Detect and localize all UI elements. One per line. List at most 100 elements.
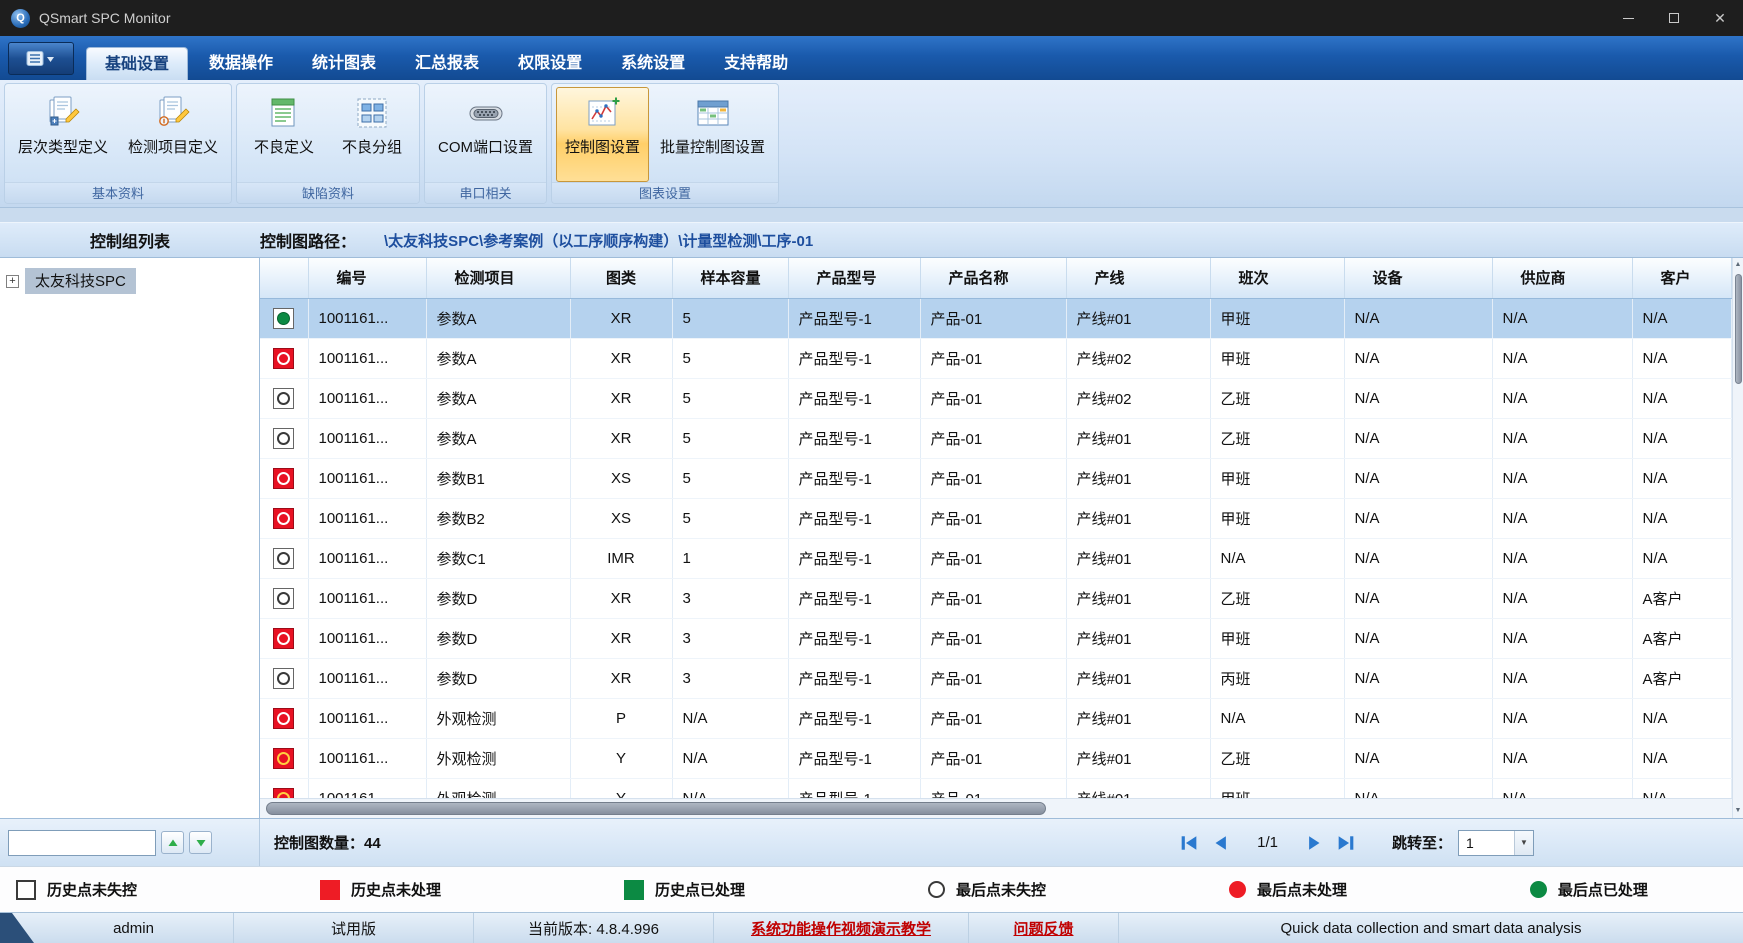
ribbon-button[interactable]: 检测项目定义 — [119, 87, 227, 182]
pager-prev-button[interactable] — [1208, 830, 1234, 856]
ribbon-button-label: 控制图设置 — [565, 136, 640, 157]
ribbon-button[interactable]: 控制图设置 — [556, 87, 649, 182]
maximize-button[interactable] — [1651, 0, 1697, 36]
scroll-down-icon[interactable]: ▼ — [1735, 804, 1742, 818]
ribbon-tab-2[interactable]: 数据操作 — [191, 47, 291, 80]
minimize-button[interactable] — [1605, 0, 1651, 36]
table-cell: 参数A — [426, 298, 570, 338]
ribbon-button[interactable]: 批量控制图设置 — [651, 87, 774, 182]
table-cell: 乙班 — [1210, 738, 1344, 778]
vertical-scrollbar[interactable]: ▲ ▼ — [1732, 258, 1743, 818]
column-header[interactable]: 样本容量 — [672, 258, 788, 298]
column-header[interactable]: 编号 — [308, 258, 426, 298]
table-row[interactable]: 1001161...参数B1XS5产品型号-1产品-01产线#01甲班N/AN/… — [260, 458, 1732, 498]
control-group-list-title: 控制组列表 — [0, 228, 260, 252]
video-tutorial-link[interactable]: 系统功能操作视频演示教学 — [751, 918, 931, 939]
column-header[interactable]: 班次 — [1210, 258, 1344, 298]
ribbon-button[interactable]: 层次类型定义 — [9, 87, 117, 182]
control-group-search-input[interactable] — [8, 830, 156, 856]
table-cell: 3 — [672, 618, 788, 658]
ribbon-group-4: 控制图设置批量控制图设置图表设置 — [551, 83, 779, 204]
ribbon-button[interactable]: 不良分组 — [329, 87, 415, 182]
table-row[interactable]: 1001161...参数B2XS5产品型号-1产品-01产线#01甲班N/AN/… — [260, 498, 1732, 538]
table-row[interactable]: 1001161...参数AXR5产品型号-1产品-01产线#02甲班N/AN/A… — [260, 338, 1732, 378]
table-row[interactable]: 1001161...参数DXR3产品型号-1产品-01产线#01甲班N/AN/A… — [260, 618, 1732, 658]
history-unhandled-last-warning-icon — [273, 788, 294, 799]
column-header[interactable]: 产品型号 — [788, 258, 920, 298]
feedback-link[interactable]: 问题反馈 — [1013, 918, 1073, 939]
column-header[interactable]: 供应商 — [1492, 258, 1632, 298]
table-row[interactable]: 1001161...参数C1IMR1产品型号-1产品-01产线#01N/AN/A… — [260, 538, 1732, 578]
history-ok-last-ok-icon — [273, 388, 294, 409]
table-row[interactable]: 1001161...外观检测YN/A产品型号-1产品-01产线#01乙班N/AN… — [260, 738, 1732, 778]
app-menu-button[interactable] — [8, 42, 74, 75]
pager-last-button[interactable] — [1333, 830, 1359, 856]
column-header[interactable]: 设备 — [1344, 258, 1492, 298]
table-cell: A客户 — [1632, 658, 1732, 698]
table-row[interactable]: 1001161外观检测YN/A产品型号-1产品-01产线#01甲班N/AN/AN… — [260, 778, 1732, 798]
horizontal-scrollbar-thumb[interactable] — [266, 802, 1046, 815]
table-cell: N/A — [1492, 778, 1632, 798]
ribbon-tab-4[interactable]: 汇总报表 — [397, 47, 497, 80]
hierarchy-define-icon — [45, 95, 81, 131]
scroll-up-icon[interactable]: ▲ — [1735, 258, 1742, 272]
ribbon-tab-3[interactable]: 统计图表 — [294, 47, 394, 80]
table-row[interactable]: 1001161...参数AXR5产品型号-1产品-01产线#01乙班N/AN/A… — [260, 418, 1732, 458]
column-header[interactable]: 检测项目 — [426, 258, 570, 298]
table-row[interactable]: 1001161...参数DXR3产品型号-1产品-01产线#01乙班N/AN/A… — [260, 578, 1732, 618]
table-row[interactable]: 1001161...参数DXR3产品型号-1产品-01产线#01丙班N/AN/A… — [260, 658, 1732, 698]
find-previous-button[interactable] — [161, 831, 184, 854]
table-cell: 产线#01 — [1066, 778, 1210, 798]
column-header-status[interactable] — [260, 258, 308, 298]
expand-icon[interactable]: + — [6, 275, 19, 288]
pager-next-button[interactable] — [1301, 830, 1327, 856]
ribbon-button[interactable]: 不良定义 — [241, 87, 327, 182]
maximize-icon — [1669, 13, 1679, 23]
table-cell: N/A — [1344, 418, 1492, 458]
table-cell: N/A — [1492, 378, 1632, 418]
horizontal-scrollbar[interactable] — [260, 798, 1732, 818]
ribbon-tab-5[interactable]: 权限设置 — [500, 47, 600, 80]
table-cell: 5 — [672, 298, 788, 338]
table-row[interactable]: 1001161...参数AXR5产品型号-1产品-01产线#02乙班N/AN/A… — [260, 378, 1732, 418]
table-cell: N/A — [1344, 498, 1492, 538]
bottom-control-bar: 控制图数量：44 1/1 跳转至： 1 ▼ — [0, 818, 1743, 866]
table-cell: 产线#01 — [1066, 698, 1210, 738]
ribbon-tab-6[interactable]: 系统设置 — [603, 47, 703, 80]
table-cell: 产品-01 — [920, 338, 1066, 378]
table-cell: 产品型号-1 — [788, 418, 920, 458]
table-cell: N/A — [1344, 298, 1492, 338]
ribbon-group-3: COM端口设置串口相关 — [424, 83, 547, 204]
control-chart-table-area: 编号检测项目图类样本容量产品型号产品名称产线班次设备供应商客户 1001161.… — [260, 258, 1743, 818]
ribbon-tab-7[interactable]: 支持帮助 — [706, 47, 806, 80]
ribbon-tab-1[interactable]: 基础设置 — [86, 47, 188, 80]
table-cell: XR — [570, 578, 672, 618]
column-header[interactable]: 客户 — [1632, 258, 1732, 298]
table-row[interactable]: 1001161...外观检测PN/A产品型号-1产品-01产线#01N/AN/A… — [260, 698, 1732, 738]
pager-first-button[interactable] — [1176, 830, 1202, 856]
defect-define-icon — [266, 95, 302, 131]
table-cell: 产线#01 — [1066, 498, 1210, 538]
table-cell: N/A — [1344, 658, 1492, 698]
table-cell: N/A — [1492, 418, 1632, 458]
column-header[interactable]: 产品名称 — [920, 258, 1066, 298]
ribbon-button[interactable]: COM端口设置 — [429, 87, 542, 182]
tree-root-row: + 太友科技SPC — [0, 258, 259, 294]
table-cell: 产品-01 — [920, 658, 1066, 698]
table-cell: N/A — [1492, 298, 1632, 338]
close-button[interactable]: ✕ — [1697, 0, 1743, 36]
inspect-item-define-icon — [155, 95, 191, 131]
table-cell: N/A — [1632, 738, 1732, 778]
tree-root-node[interactable]: 太友科技SPC — [25, 268, 136, 294]
table-cell: 产品-01 — [920, 738, 1066, 778]
jump-page-select[interactable]: 1 ▼ — [1458, 830, 1534, 856]
column-header[interactable]: 产线 — [1066, 258, 1210, 298]
column-header[interactable]: 图类 — [570, 258, 672, 298]
find-next-button[interactable] — [189, 831, 212, 854]
control-group-tree-panel: + 太友科技SPC — [0, 258, 260, 818]
square-swatch-icon — [624, 880, 644, 900]
table-cell: N/A — [1492, 578, 1632, 618]
previous-page-icon — [1210, 832, 1232, 854]
table-row[interactable]: 1001161...参数AXR5产品型号-1产品-01产线#01甲班N/AN/A… — [260, 298, 1732, 338]
vertical-scrollbar-thumb[interactable] — [1735, 274, 1742, 384]
